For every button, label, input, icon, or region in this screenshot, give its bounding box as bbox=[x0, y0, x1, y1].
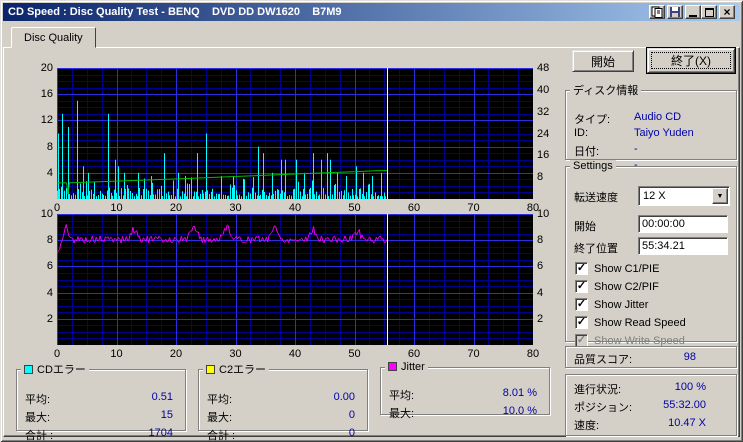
disc-type-label: タイプ: bbox=[574, 114, 611, 126]
tab-label: Disc Quality bbox=[24, 32, 83, 44]
minimize-button[interactable] bbox=[685, 5, 701, 19]
checkbox-checked-icon: ✓ bbox=[575, 316, 588, 329]
total-label: 合計 : bbox=[25, 430, 54, 442]
checkbox-label: Show C2/PIF bbox=[594, 281, 659, 293]
speed-select[interactable]: 12 X ▼ bbox=[638, 186, 730, 206]
c2-error-stats-group: C2エラー 平均: 0.00 最大: 0 合計 : 0 bbox=[198, 361, 368, 442]
max-value: 0 bbox=[348, 409, 355, 421]
quality-score-label: 品質スコア: bbox=[574, 354, 633, 366]
avg-label: 平均: bbox=[389, 390, 415, 402]
start-position-input[interactable] bbox=[638, 215, 728, 233]
speed-value: 12 X bbox=[643, 190, 666, 202]
checkbox-checked-icon: ✓ bbox=[575, 262, 588, 275]
jitter-chart bbox=[57, 214, 533, 345]
max-label: 最大: bbox=[207, 412, 233, 424]
cd-error-title: CDエラー bbox=[37, 364, 86, 376]
save-button[interactable] bbox=[667, 5, 683, 19]
quality-score-value: 98 bbox=[683, 351, 696, 363]
disc-date-label: 日付: bbox=[574, 146, 600, 158]
report-button[interactable] bbox=[649, 5, 665, 19]
max-label: 最大: bbox=[389, 408, 415, 420]
progress-panel: 進行状況: 100 % ポジション: 55:32.00 速度: 10.47 X bbox=[565, 374, 737, 436]
end-pos-label: 終了位置 bbox=[574, 243, 618, 255]
quality-score-panel: 品質スコア: 98 bbox=[565, 346, 737, 368]
window-title: CD Speed : Disc Quality Test - BENQ DVD … bbox=[8, 6, 342, 18]
jitter-legend-swatch bbox=[388, 362, 397, 371]
speed-stat-label: 速度: bbox=[574, 420, 600, 432]
speed-label: 転送速度 bbox=[574, 192, 618, 204]
avg-label: 平均: bbox=[207, 394, 233, 406]
start-pos-label: 開始 bbox=[574, 221, 596, 233]
app-window: CD Speed : Disc Quality Test - BENQ DVD … bbox=[0, 0, 743, 442]
cd-error-stats-group: CDエラー 平均: 0.51 最大: 15 合計 : 1704 bbox=[16, 361, 186, 442]
jitter-title: Jitter bbox=[401, 361, 425, 373]
c2-legend-swatch bbox=[206, 365, 215, 374]
max-value: 10.0 % bbox=[502, 405, 537, 417]
maximize-icon bbox=[704, 7, 714, 17]
jitter-stats-group: Jitter 平均: 8.01 % 最大: 10.0 % bbox=[380, 361, 550, 420]
exit-button-label: 終了(X) bbox=[651, 52, 731, 69]
exit-button[interactable]: 終了(X) bbox=[646, 47, 736, 74]
avg-label: 平均: bbox=[25, 394, 51, 406]
avg-value: 8.01 % bbox=[502, 387, 537, 399]
settings-title: Settings bbox=[570, 160, 616, 172]
save-icon bbox=[670, 7, 680, 17]
checkbox-label: Show C1/PIE bbox=[594, 263, 660, 275]
checkbox-checked-icon: ✓ bbox=[575, 280, 588, 293]
progress-label: 進行状況: bbox=[574, 384, 622, 396]
titlebar[interactable]: CD Speed : Disc Quality Test - BENQ DVD … bbox=[3, 3, 740, 21]
disc-type-value: Audio CD bbox=[634, 111, 682, 123]
progress-value: 100 % bbox=[674, 381, 706, 393]
disc-date-value: - bbox=[634, 143, 638, 155]
checkbox-label: Show Jitter bbox=[594, 299, 649, 311]
max-value: 15 bbox=[160, 409, 173, 421]
position-value: 55:32.00 bbox=[663, 399, 706, 411]
speed-stat-value: 10.47 X bbox=[668, 417, 706, 429]
c1-legend-swatch bbox=[24, 365, 33, 374]
checkbox-checked-icon: ✓ bbox=[575, 298, 588, 311]
total-label: 合計 : bbox=[207, 430, 236, 442]
disc-id-value: Taiyo Yuden bbox=[634, 127, 694, 139]
c2-error-title: C2エラー bbox=[219, 364, 267, 376]
start-button[interactable]: 開始 bbox=[572, 50, 634, 72]
maximize-button[interactable] bbox=[701, 5, 717, 19]
end-position-input[interactable] bbox=[638, 237, 728, 255]
max-label: 最大: bbox=[25, 412, 51, 424]
c1-error-chart bbox=[57, 68, 533, 199]
disc-info-title: ディスク情報 bbox=[570, 82, 642, 98]
settings-group: Settings 転送速度 12 X ▼ 開始 終了位置 ✓ Show C1/P… bbox=[565, 160, 737, 347]
minimize-icon bbox=[689, 14, 697, 17]
report-icon bbox=[651, 6, 663, 18]
close-button[interactable]: × bbox=[719, 5, 735, 19]
total-value: 1704 bbox=[148, 427, 173, 439]
disc-id-label: ID: bbox=[574, 127, 589, 139]
avg-value: 0.00 bbox=[333, 391, 355, 403]
chevron-down-icon[interactable]: ▼ bbox=[712, 188, 728, 204]
disc-info-group: ディスク情報 タイプ: Audio CD ID: Taiyo Yuden 日付: - … bbox=[565, 82, 737, 171]
tab-disc-quality[interactable]: Disc Quality bbox=[11, 27, 96, 48]
position-label: ポジション: bbox=[574, 402, 633, 414]
avg-value: 0.51 bbox=[151, 391, 173, 403]
close-icon: × bbox=[723, 5, 731, 19]
total-value: 0 bbox=[348, 427, 355, 439]
checkbox-label: Show Read Speed bbox=[594, 317, 686, 329]
